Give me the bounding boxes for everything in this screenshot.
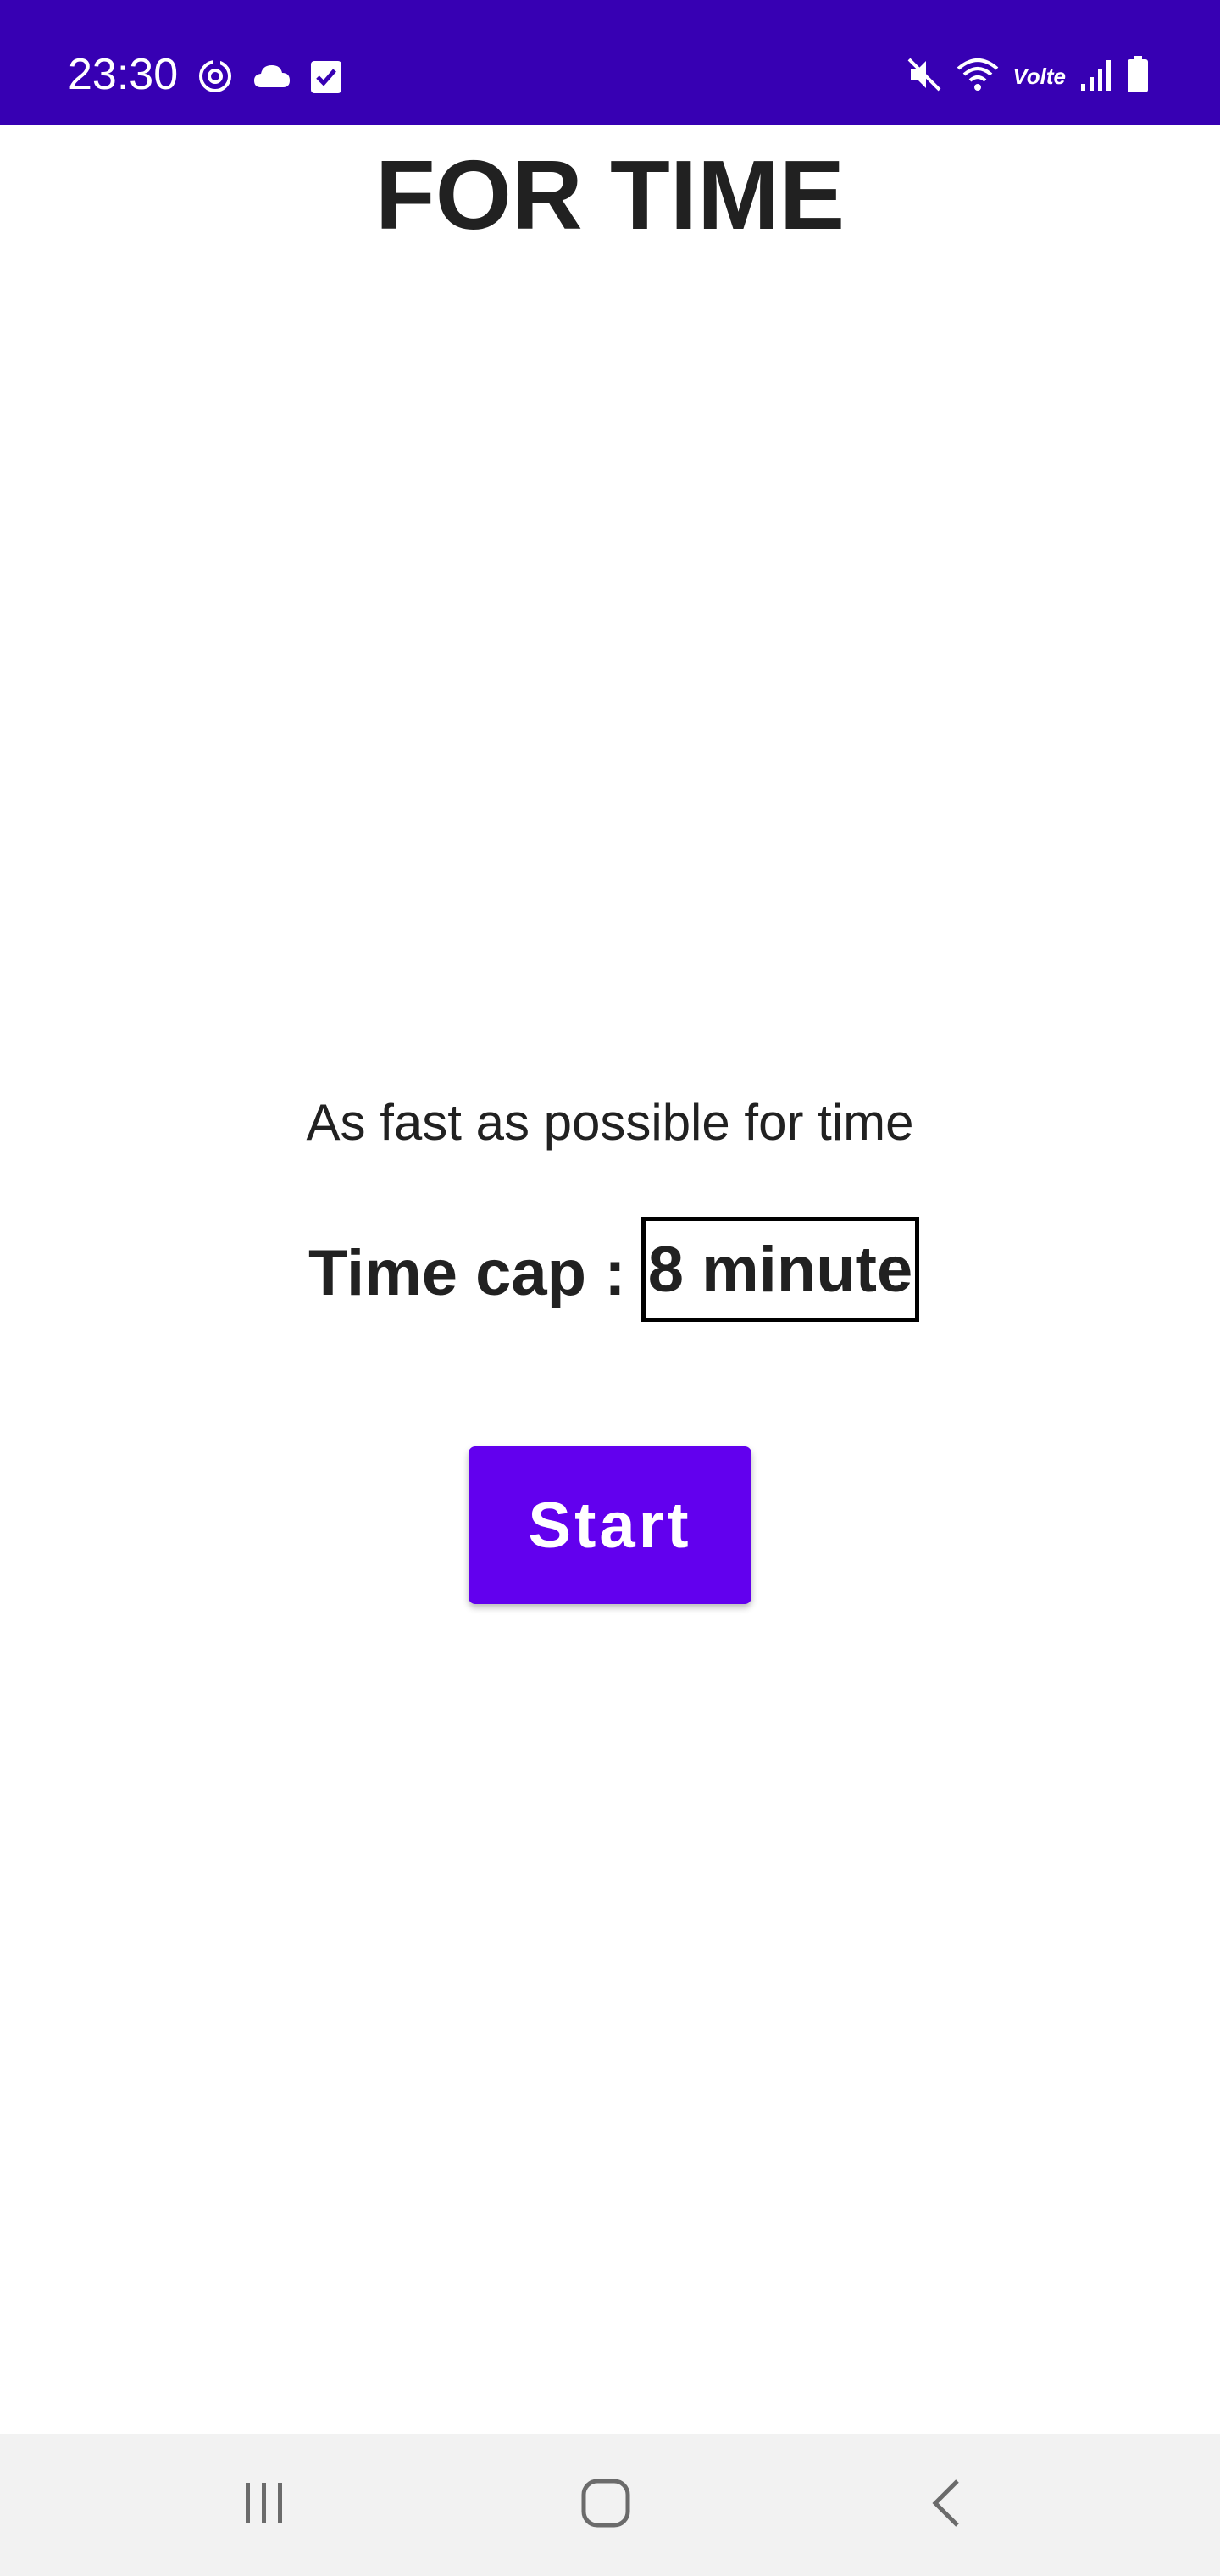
back-button[interactable] bbox=[862, 2434, 1032, 2576]
checkbox-icon bbox=[310, 58, 342, 98]
screen: 23:30 Volte FOR TIME As fast as possible… bbox=[0, 0, 1220, 2576]
start-button[interactable]: Start bbox=[469, 1446, 751, 1604]
time-cap-label: Time cap : bbox=[308, 1237, 626, 1309]
cloud-icon bbox=[252, 62, 291, 95]
home-icon bbox=[580, 2478, 631, 2533]
time-cap-value[interactable]: 8 minute bbox=[641, 1217, 919, 1322]
mute-icon bbox=[906, 56, 943, 97]
signal-icon bbox=[1079, 57, 1113, 97]
volte-icon: Volte bbox=[1012, 64, 1066, 89]
status-left-icons bbox=[197, 58, 342, 99]
back-icon bbox=[929, 2478, 966, 2533]
status-right-icons: Volte bbox=[906, 56, 1149, 97]
time-cap-row: Time cap : 8 minute bbox=[0, 1217, 1220, 1327]
sync-icon bbox=[197, 58, 234, 99]
navigation-bar bbox=[0, 2434, 1220, 2576]
page-title: FOR TIME bbox=[374, 140, 846, 250]
wifi-icon bbox=[957, 57, 999, 97]
status-time: 23:30 bbox=[68, 50, 179, 99]
recent-apps-icon bbox=[239, 2479, 290, 2531]
battery-icon bbox=[1127, 56, 1149, 97]
workout-description: As fast as possible for time bbox=[306, 1094, 914, 1151]
recent-apps-button[interactable] bbox=[180, 2434, 349, 2576]
status-bar: 23:30 Volte bbox=[0, 0, 1220, 125]
home-button[interactable] bbox=[521, 2434, 690, 2576]
